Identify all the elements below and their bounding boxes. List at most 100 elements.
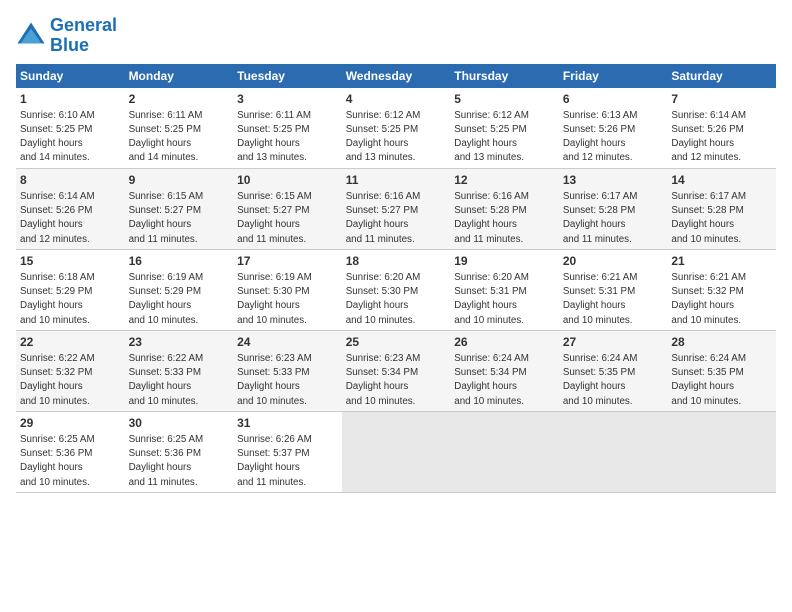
day-info: Sunrise: 6:17 AMSunset: 5:28 PMDaylight … (563, 191, 638, 245)
calendar-cell: 7 Sunrise: 6:14 AMSunset: 5:26 PMDayligh… (667, 88, 776, 169)
day-info: Sunrise: 6:20 AMSunset: 5:30 PMDaylight … (346, 272, 421, 326)
calendar-cell (342, 411, 451, 492)
day-number: 31 (237, 415, 338, 431)
day-info: Sunrise: 6:19 AMSunset: 5:30 PMDaylight … (237, 272, 312, 326)
day-number: 2 (129, 91, 230, 107)
day-number: 22 (20, 334, 121, 350)
calendar-cell: 6 Sunrise: 6:13 AMSunset: 5:26 PMDayligh… (559, 88, 668, 169)
calendar-cell: 26 Sunrise: 6:24 AMSunset: 5:34 PMDaylig… (450, 330, 559, 411)
day-info: Sunrise: 6:14 AMSunset: 5:26 PMDaylight … (671, 110, 746, 164)
day-info: Sunrise: 6:20 AMSunset: 5:31 PMDaylight … (454, 272, 529, 326)
calendar-cell (667, 411, 776, 492)
calendar-cell: 25 Sunrise: 6:23 AMSunset: 5:34 PMDaylig… (342, 330, 451, 411)
day-info: Sunrise: 6:24 AMSunset: 5:35 PMDaylight … (563, 353, 638, 407)
day-info: Sunrise: 6:25 AMSunset: 5:36 PMDaylight … (20, 434, 95, 488)
day-number: 10 (237, 172, 338, 188)
calendar-week: 8 Sunrise: 6:14 AMSunset: 5:26 PMDayligh… (16, 168, 776, 249)
day-number: 15 (20, 253, 121, 269)
day-number: 7 (671, 91, 772, 107)
weekday-header: Wednesday (342, 64, 451, 88)
calendar-cell: 9 Sunrise: 6:15 AMSunset: 5:27 PMDayligh… (125, 168, 234, 249)
header: General Blue (16, 16, 776, 56)
calendar-cell: 27 Sunrise: 6:24 AMSunset: 5:35 PMDaylig… (559, 330, 668, 411)
calendar-cell: 1 Sunrise: 6:10 AMSunset: 5:25 PMDayligh… (16, 88, 125, 169)
calendar-cell: 24 Sunrise: 6:23 AMSunset: 5:33 PMDaylig… (233, 330, 342, 411)
day-info: Sunrise: 6:16 AMSunset: 5:27 PMDaylight … (346, 191, 421, 245)
day-info: Sunrise: 6:26 AMSunset: 5:37 PMDaylight … (237, 434, 312, 488)
day-number: 6 (563, 91, 664, 107)
day-info: Sunrise: 6:15 AMSunset: 5:27 PMDaylight … (129, 191, 204, 245)
day-info: Sunrise: 6:16 AMSunset: 5:28 PMDaylight … (454, 191, 529, 245)
calendar-cell: 17 Sunrise: 6:19 AMSunset: 5:30 PMDaylig… (233, 249, 342, 330)
day-number: 28 (671, 334, 772, 350)
day-info: Sunrise: 6:19 AMSunset: 5:29 PMDaylight … (129, 272, 204, 326)
day-number: 17 (237, 253, 338, 269)
calendar-cell: 21 Sunrise: 6:21 AMSunset: 5:32 PMDaylig… (667, 249, 776, 330)
day-number: 9 (129, 172, 230, 188)
day-number: 23 (129, 334, 230, 350)
day-info: Sunrise: 6:13 AMSunset: 5:26 PMDaylight … (563, 110, 638, 164)
calendar-cell: 20 Sunrise: 6:21 AMSunset: 5:31 PMDaylig… (559, 249, 668, 330)
logo-text: General Blue (50, 16, 117, 56)
day-info: Sunrise: 6:17 AMSunset: 5:28 PMDaylight … (671, 191, 746, 245)
calendar-cell (559, 411, 668, 492)
day-number: 21 (671, 253, 772, 269)
day-info: Sunrise: 6:15 AMSunset: 5:27 PMDaylight … (237, 191, 312, 245)
day-number: 14 (671, 172, 772, 188)
day-info: Sunrise: 6:22 AMSunset: 5:32 PMDaylight … (20, 353, 95, 407)
calendar-cell: 30 Sunrise: 6:25 AMSunset: 5:36 PMDaylig… (125, 411, 234, 492)
day-number: 8 (20, 172, 121, 188)
calendar-cell: 28 Sunrise: 6:24 AMSunset: 5:35 PMDaylig… (667, 330, 776, 411)
calendar-cell: 8 Sunrise: 6:14 AMSunset: 5:26 PMDayligh… (16, 168, 125, 249)
page: General Blue SundayMondayTuesdayWednesda… (0, 0, 792, 612)
day-info: Sunrise: 6:22 AMSunset: 5:33 PMDaylight … (129, 353, 204, 407)
day-info: Sunrise: 6:11 AMSunset: 5:25 PMDaylight … (237, 110, 311, 164)
day-number: 4 (346, 91, 447, 107)
day-info: Sunrise: 6:24 AMSunset: 5:35 PMDaylight … (671, 353, 746, 407)
calendar-cell: 18 Sunrise: 6:20 AMSunset: 5:30 PMDaylig… (342, 249, 451, 330)
weekday-header: Tuesday (233, 64, 342, 88)
day-info: Sunrise: 6:12 AMSunset: 5:25 PMDaylight … (346, 110, 421, 164)
day-number: 25 (346, 334, 447, 350)
calendar-week: 15 Sunrise: 6:18 AMSunset: 5:29 PMDaylig… (16, 249, 776, 330)
calendar-cell (450, 411, 559, 492)
day-info: Sunrise: 6:24 AMSunset: 5:34 PMDaylight … (454, 353, 529, 407)
day-number: 27 (563, 334, 664, 350)
day-number: 12 (454, 172, 555, 188)
day-number: 1 (20, 91, 121, 107)
weekday-header: Sunday (16, 64, 125, 88)
calendar-week: 22 Sunrise: 6:22 AMSunset: 5:32 PMDaylig… (16, 330, 776, 411)
day-info: Sunrise: 6:23 AMSunset: 5:33 PMDaylight … (237, 353, 312, 407)
day-number: 29 (20, 415, 121, 431)
calendar-cell: 12 Sunrise: 6:16 AMSunset: 5:28 PMDaylig… (450, 168, 559, 249)
weekday-header: Thursday (450, 64, 559, 88)
calendar-week: 1 Sunrise: 6:10 AMSunset: 5:25 PMDayligh… (16, 88, 776, 169)
calendar-cell: 19 Sunrise: 6:20 AMSunset: 5:31 PMDaylig… (450, 249, 559, 330)
calendar-cell: 5 Sunrise: 6:12 AMSunset: 5:25 PMDayligh… (450, 88, 559, 169)
day-number: 30 (129, 415, 230, 431)
day-number: 19 (454, 253, 555, 269)
day-info: Sunrise: 6:25 AMSunset: 5:36 PMDaylight … (129, 434, 204, 488)
logo: General Blue (16, 16, 117, 56)
day-info: Sunrise: 6:11 AMSunset: 5:25 PMDaylight … (129, 110, 203, 164)
calendar-table: SundayMondayTuesdayWednesdayThursdayFrid… (16, 64, 776, 493)
calendar-cell: 14 Sunrise: 6:17 AMSunset: 5:28 PMDaylig… (667, 168, 776, 249)
day-number: 13 (563, 172, 664, 188)
weekday-header: Monday (125, 64, 234, 88)
calendar-cell: 11 Sunrise: 6:16 AMSunset: 5:27 PMDaylig… (342, 168, 451, 249)
calendar-cell: 4 Sunrise: 6:12 AMSunset: 5:25 PMDayligh… (342, 88, 451, 169)
day-number: 26 (454, 334, 555, 350)
calendar-cell: 10 Sunrise: 6:15 AMSunset: 5:27 PMDaylig… (233, 168, 342, 249)
calendar-cell: 15 Sunrise: 6:18 AMSunset: 5:29 PMDaylig… (16, 249, 125, 330)
weekday-header: Friday (559, 64, 668, 88)
day-number: 11 (346, 172, 447, 188)
day-info: Sunrise: 6:18 AMSunset: 5:29 PMDaylight … (20, 272, 95, 326)
logo-icon (16, 21, 46, 51)
calendar-cell: 29 Sunrise: 6:25 AMSunset: 5:36 PMDaylig… (16, 411, 125, 492)
calendar-cell: 31 Sunrise: 6:26 AMSunset: 5:37 PMDaylig… (233, 411, 342, 492)
day-info: Sunrise: 6:21 AMSunset: 5:31 PMDaylight … (563, 272, 638, 326)
calendar-cell: 2 Sunrise: 6:11 AMSunset: 5:25 PMDayligh… (125, 88, 234, 169)
calendar-cell: 3 Sunrise: 6:11 AMSunset: 5:25 PMDayligh… (233, 88, 342, 169)
day-info: Sunrise: 6:21 AMSunset: 5:32 PMDaylight … (671, 272, 746, 326)
day-number: 5 (454, 91, 555, 107)
